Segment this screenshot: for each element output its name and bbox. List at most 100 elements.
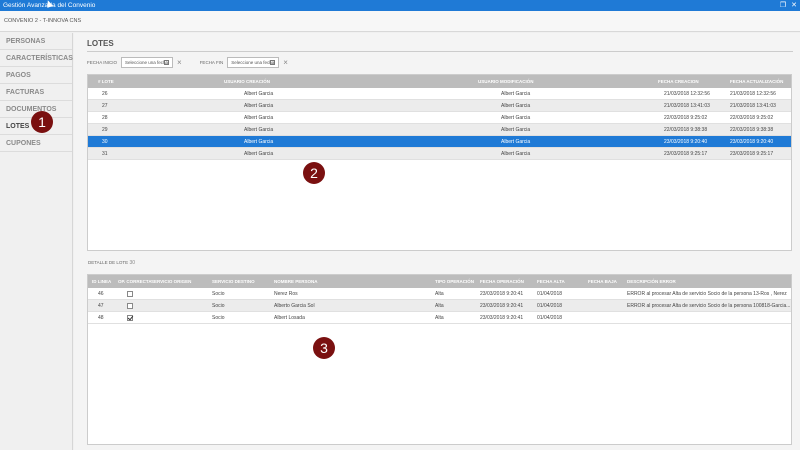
cell-origen	[151, 288, 212, 299]
cell-lote: 30	[102, 139, 108, 145]
calendar-icon[interactable]	[164, 60, 170, 65]
lotes-table-header: # LOTE USUARIO CREACIÓN USUARIO MODIFICA…	[88, 75, 791, 88]
cell-destino: Socio	[212, 291, 225, 297]
table-row[interactable]: 46 Socio Nerez Ros Alta 23/03/2018 9:20:41 01…	[88, 288, 791, 300]
col-descripcion-error[interactable]: DESCRIPCIÓN ERROR	[627, 275, 791, 288]
cell-tipo: Alta	[435, 303, 444, 309]
col-usuario-modificacion[interactable]: USUARIO MODIFICACIÓN	[406, 75, 658, 88]
clear-end-icon[interactable]: ×	[283, 58, 288, 67]
sidebar-item-pagos[interactable]: PAGOS	[0, 67, 72, 84]
lotes-table-body: 26 Albert Garcia Albert Garcia 21/03/2018 1…	[88, 88, 791, 160]
col-servicio-destino[interactable]: SERVICIO DESTINO	[212, 275, 274, 288]
checkbox-unchecked[interactable]	[127, 302, 133, 309]
cell-lote: 28	[102, 115, 108, 121]
sidebar-item-caracteristicas[interactable]: CARACTERÍSTICAS	[0, 50, 73, 67]
end-date-placeholder: Seleccione una fecha	[231, 60, 275, 65]
cell-lote: 31	[102, 151, 108, 157]
col-lote[interactable]: # LOTE	[88, 75, 134, 88]
cell-creacion: Albert Garcia	[244, 151, 274, 157]
date-filters: FECHA INICIO Seleccione una fecha × FECH…	[87, 57, 302, 68]
cell-lote: 26	[102, 91, 108, 97]
cell-fecha-creacion: 21/03/2018 12:32:56	[664, 91, 710, 97]
cell-alta: 01/04/2018	[537, 315, 563, 321]
checkbox-unchecked[interactable]	[127, 290, 133, 297]
table-row[interactable]: 27 Albert Garcia Albert Garcia 21/03/2018 1…	[88, 100, 791, 112]
restore-icon[interactable]: ❐	[780, 0, 786, 11]
table-row[interactable]: 28 Albert Garcia Albert Garcia 22/03/2018 9…	[88, 112, 791, 124]
divider	[87, 51, 793, 52]
start-date-input[interactable]: Seleccione una fecha	[121, 57, 174, 68]
col-fecha-operacion[interactable]: FECHA OPERACIÓN	[480, 275, 537, 288]
cell-op-correcta	[118, 300, 151, 311]
table-row[interactable]: 31 Albert Garcia Albert Garcia 23/03/2018 9…	[88, 148, 791, 160]
col-fecha-actualizacion[interactable]: FECHA ACTUALIZACIÓN	[730, 75, 793, 88]
calendar-icon[interactable]	[270, 60, 276, 65]
table-row[interactable]: 29 Albert Garcia Albert Garcia 22/03/2018 9…	[88, 124, 791, 136]
cell-baja	[588, 300, 627, 311]
table-row[interactable]: 26 Albert Garcia Albert Garcia 21/03/2018 1…	[88, 88, 791, 100]
cell-origen	[151, 312, 212, 323]
cell-fecha-actualizacion: 21/03/2018 13:41:03	[730, 103, 776, 109]
callout-badge-3: 3	[313, 337, 335, 359]
cell-creacion: Albert Garcia	[244, 139, 274, 145]
cell-fecha-creacion: 21/03/2018 13:41:03	[664, 103, 710, 109]
checkbox-checked[interactable]	[127, 314, 133, 321]
breadcrumb: CONVENIO 2 - T-INNOVA CNS	[0, 11, 800, 32]
table-row[interactable]: 48 Socio Albert Losada Alta 23/03/2018 9:20:…	[88, 312, 791, 324]
col-fecha-creacion[interactable]: FECHA CREACION	[658, 75, 730, 88]
cell-fecha-creacion: 23/03/2018 9:20:40	[664, 139, 708, 145]
cell-id: 48	[98, 315, 104, 321]
cell-fecha-actualizacion: 22/03/2018 9:38:38	[730, 127, 774, 133]
cell-fecha-creacion: 23/03/2018 9:25:17	[664, 151, 708, 157]
detalle-table-header: ID LINEA OP. CORRECTA SERVICIO ORIGEN SE…	[88, 275, 791, 288]
main-panel: LOTES FECHA INICIO Seleccione una fecha …	[74, 33, 800, 450]
cell-baja	[588, 288, 627, 299]
sidebar: PERSONAS CARACTERÍSTICAS PAGOS FACTURAS …	[0, 33, 73, 450]
cell-alta: 01/04/2018	[537, 291, 563, 297]
col-id-linea[interactable]: ID LINEA	[88, 275, 118, 288]
cell-modificacion: Albert Garcia	[501, 139, 531, 145]
col-usuario-creacion[interactable]: USUARIO CREACIÓN	[134, 75, 406, 88]
cell-fecha-actualizacion: 21/03/2018 12:32:56	[730, 91, 776, 97]
col-nombre-persona[interactable]: NOMBRE PERSONA	[274, 275, 435, 288]
callout-badge-2: 2	[303, 162, 325, 184]
cell-modificacion: Albert Garcia	[501, 151, 531, 157]
end-date-input[interactable]: Seleccione una fecha	[227, 57, 280, 68]
table-row[interactable]: 47 Socio Alberto Garcia Sol Alta 23/03/2018 …	[88, 300, 791, 312]
table-row[interactable]: 30 Albert Garcia Albert Garcia 23/03/2018 9…	[88, 136, 791, 148]
cell-creacion: Albert Garcia	[244, 103, 274, 109]
cell-tipo: Alta	[435, 315, 444, 321]
cell-modificacion: Albert Garcia	[501, 103, 531, 109]
lotes-table: # LOTE USUARIO CREACIÓN USUARIO MODIFICA…	[87, 74, 792, 251]
cell-op-correcta	[118, 288, 151, 299]
cell-fecha-op: 23/03/2018 9:20:41	[480, 315, 524, 321]
sidebar-item-personas[interactable]: PERSONAS	[0, 33, 72, 50]
cell-fecha-actualizacion: 23/03/2018 9:25:17	[730, 151, 774, 157]
col-fecha-alta[interactable]: FECHA ALTA	[537, 275, 588, 288]
sidebar-item-cupones[interactable]: CUPONES	[0, 135, 72, 152]
cell-persona: Nerez Ros	[274, 291, 298, 297]
cell-persona: Alberto Garcia Sol	[274, 303, 315, 309]
cell-modificacion: Albert Garcia	[501, 115, 531, 121]
cell-error: ERROR al procesar Alta de servicio Socio…	[627, 303, 791, 309]
window-titlebar: Gestión Avanzada del Convenio ❐ ✕	[0, 0, 800, 11]
cell-op-correcta	[118, 312, 151, 323]
sidebar-item-facturas[interactable]: FACTURAS	[0, 84, 72, 101]
cell-error: ERROR al procesar Alta de servicio Socio…	[627, 291, 787, 297]
cell-destino: Socio	[212, 315, 225, 321]
cell-creacion: Albert Garcia	[244, 91, 274, 97]
cell-alta: 01/04/2018	[537, 303, 563, 309]
end-date-label: FECHA FIN	[199, 60, 224, 65]
col-servicio-origen[interactable]: SERVICIO ORIGEN	[151, 275, 212, 288]
cell-fecha-creacion: 22/03/2018 9:38:38	[664, 127, 708, 133]
cell-fecha-actualizacion: 22/03/2018 9:25:02	[730, 115, 774, 121]
col-fecha-baja[interactable]: FECHA BAJA	[588, 275, 627, 288]
col-op-correcta[interactable]: OP. CORRECTA	[118, 275, 151, 288]
cell-modificacion: Albert Garcia	[501, 91, 531, 97]
close-icon[interactable]: ✕	[791, 0, 797, 11]
detalle-label: DETALLE DE LOTE	[88, 260, 129, 265]
detalle-title: DETALLE DE LOTE 30	[88, 260, 135, 266]
col-tipo-operacion[interactable]: TIPO OPERACIÓN	[435, 275, 480, 288]
clear-start-icon[interactable]: ×	[177, 58, 182, 67]
cell-origen	[151, 300, 212, 311]
